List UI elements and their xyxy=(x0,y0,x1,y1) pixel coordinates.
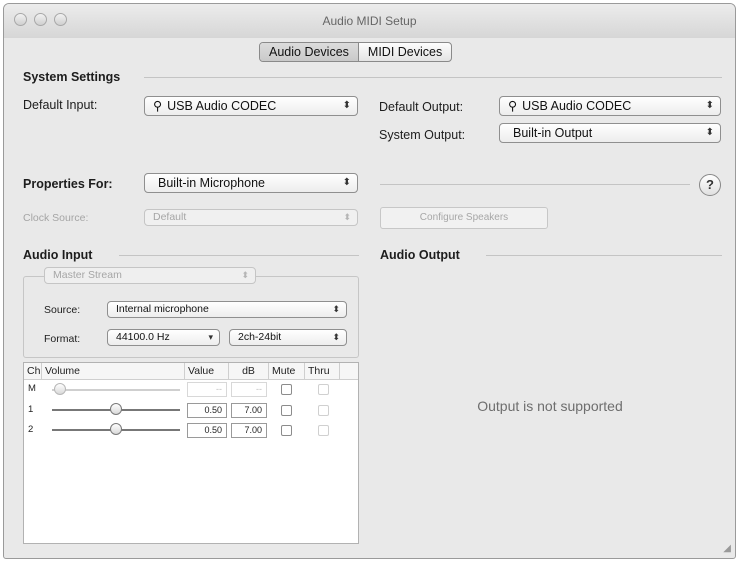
mute-checkbox[interactable] xyxy=(281,425,292,436)
mute-checkbox[interactable] xyxy=(281,405,292,416)
device-tabs: Audio Devices MIDI Devices xyxy=(259,42,453,62)
db-field: -- xyxy=(231,382,267,397)
db-field[interactable]: 7.00 xyxy=(231,423,267,438)
bit-format-popup[interactable]: 2ch-24bit ⬍ xyxy=(229,329,347,346)
system-output-label: System Output: xyxy=(379,128,466,142)
clock-source-value: Default xyxy=(153,211,187,223)
title-bar: Audio MIDI Setup xyxy=(4,4,735,38)
updown-arrows-icon: ⬍ xyxy=(332,304,340,314)
db-field[interactable]: 7.00 xyxy=(231,403,267,418)
configure-speakers-button: Configure Speakers xyxy=(380,207,548,229)
row-ch-label: M xyxy=(28,383,36,394)
format-label: Format: xyxy=(44,333,81,345)
row-ch-label: 1 xyxy=(28,404,34,415)
default-input-label: Default Input: xyxy=(23,98,98,112)
thru-checkbox xyxy=(318,425,329,436)
audio-output-heading: Audio Output xyxy=(380,248,460,262)
default-input-value: USB Audio CODEC xyxy=(167,99,277,113)
source-popup[interactable]: Internal microphone ⬍ xyxy=(107,301,347,318)
sample-rate-popup[interactable]: 44100.0 Hz ▾ xyxy=(107,329,220,346)
default-output-label: Default Output: xyxy=(379,100,464,114)
output-not-supported-message: Output is not supported xyxy=(477,398,623,414)
volume-slider-knob[interactable] xyxy=(110,423,122,435)
updown-arrows-icon: ⬍ xyxy=(343,212,351,222)
tab-audio-devices[interactable]: Audio Devices xyxy=(260,43,359,61)
properties-for-value: Built-in Microphone xyxy=(158,176,265,190)
divider xyxy=(380,184,690,185)
updown-arrows-icon: ⬍ xyxy=(332,332,340,342)
value-field: -- xyxy=(187,382,227,397)
default-output-value: USB Audio CODEC xyxy=(522,99,632,113)
divider xyxy=(144,77,722,78)
default-input-popup[interactable]: ⚲ USB Audio CODEC ⬍ xyxy=(144,96,358,116)
divider xyxy=(119,255,359,256)
col-header-blank xyxy=(340,363,358,380)
updown-arrows-icon: ⬍ xyxy=(342,177,351,188)
thru-checkbox xyxy=(318,405,329,416)
value-field[interactable]: 0.50 xyxy=(187,403,227,418)
stream-popup: Master Stream ⬍ xyxy=(44,267,256,284)
clock-source-popup: Default ⬍ xyxy=(144,209,358,226)
properties-for-label: Properties For: xyxy=(23,177,113,191)
col-header-mute: Mute xyxy=(269,363,305,380)
tab-midi-devices[interactable]: MIDI Devices xyxy=(359,43,451,61)
usb-icon: ⚲ xyxy=(153,99,163,113)
default-output-popup[interactable]: ⚲ USB Audio CODEC ⬍ xyxy=(499,96,721,116)
col-header-db: dB xyxy=(229,363,269,380)
col-header-value: Value xyxy=(185,363,229,380)
volume-slider-knob xyxy=(54,383,66,395)
window-title: Audio MIDI Setup xyxy=(322,14,417,28)
stream-value: Master Stream xyxy=(53,269,122,281)
updown-arrows-icon: ⬍ xyxy=(342,100,351,111)
help-button[interactable]: ? xyxy=(699,174,721,196)
row-ch-label: 2 xyxy=(28,424,34,435)
channel-table: Ch Volume Value dB Mute Thru M -- -- 1 0… xyxy=(23,362,359,544)
volume-slider-knob[interactable] xyxy=(110,403,122,415)
bit-format-value: 2ch-24bit xyxy=(238,331,282,343)
col-header-volume: Volume xyxy=(42,363,185,380)
clock-source-label: Clock Source: xyxy=(23,212,89,224)
sample-rate-value: 44100.0 Hz xyxy=(116,331,170,343)
source-value: Internal microphone xyxy=(116,303,209,315)
divider xyxy=(486,255,722,256)
usb-icon: ⚲ xyxy=(508,99,518,113)
system-output-popup[interactable]: Built-in Output ⬍ xyxy=(499,123,721,143)
thru-checkbox xyxy=(318,384,329,395)
updown-arrows-icon: ⬍ xyxy=(705,100,714,111)
system-settings-heading: System Settings xyxy=(23,70,121,84)
volume-slider-track xyxy=(52,389,180,391)
audio-midi-setup-window: Audio MIDI Setup Audio Devices MIDI Devi… xyxy=(3,3,736,559)
col-header-thru: Thru xyxy=(305,363,340,380)
value-field[interactable]: 0.50 xyxy=(187,423,227,438)
properties-for-popup[interactable]: Built-in Microphone ⬍ xyxy=(144,173,358,193)
col-header-ch: Ch xyxy=(24,363,42,380)
mute-checkbox[interactable] xyxy=(281,384,292,395)
system-output-value: Built-in Output xyxy=(513,126,593,140)
chevron-down-icon: ▾ xyxy=(208,332,213,342)
updown-arrows-icon: ⬍ xyxy=(241,270,249,280)
resize-grip-icon[interactable]: ◢ xyxy=(723,543,731,554)
audio-input-heading: Audio Input xyxy=(23,248,93,262)
source-label: Source: xyxy=(44,304,81,316)
updown-arrows-icon: ⬍ xyxy=(705,127,714,138)
